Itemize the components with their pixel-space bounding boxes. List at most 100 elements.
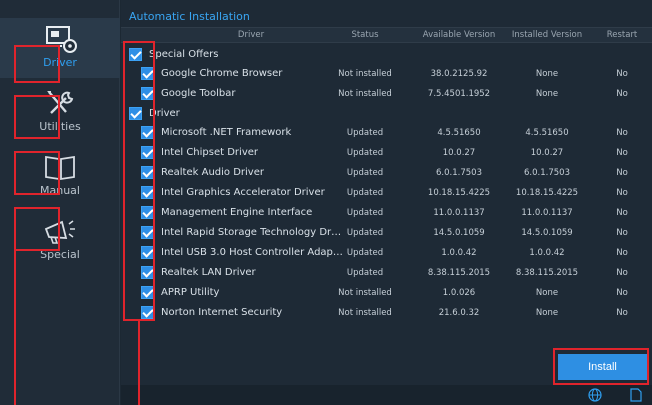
checkbox[interactable] <box>129 107 142 120</box>
column-restart: Restart <box>606 30 638 40</box>
driver-name: APRP Utility <box>161 287 220 298</box>
checkbox[interactable] <box>141 206 154 219</box>
restart-cell: No <box>616 188 628 198</box>
sidebar-item-manual[interactable]: Manual <box>0 146 120 206</box>
table-row: Management Engine Interface Updated 11.0… <box>121 203 652 223</box>
status-cell: Not installed <box>338 89 392 99</box>
installed-version-cell: None <box>535 308 559 318</box>
available-version-cell: 11.0.0.1137 <box>433 208 485 218</box>
restart-cell: No <box>616 268 628 278</box>
checkbox[interactable] <box>141 266 154 279</box>
restart-cell: No <box>616 248 628 258</box>
column-available-version: Available Version <box>422 30 496 40</box>
status-cell: Updated <box>346 168 384 178</box>
available-version-cell: 21.6.0.32 <box>438 308 480 318</box>
status-cell: Updated <box>346 208 384 218</box>
checkbox[interactable] <box>141 166 154 179</box>
restart-cell: No <box>616 288 628 298</box>
sidebar-item-special[interactable]: Special <box>0 210 120 270</box>
sidebar-item-label: Special <box>40 248 80 261</box>
checkbox[interactable] <box>141 126 154 139</box>
install-button[interactable]: Install <box>558 354 647 380</box>
driver-name: Microsoft .NET Framework <box>161 127 292 138</box>
driver-name: Intel Graphics Accelerator Driver <box>161 187 325 198</box>
installed-version-cell: 6.0.1.7503 <box>524 168 570 178</box>
table-row: Intel Chipset Driver Updated 10.0.27 10.… <box>121 143 652 163</box>
checkbox[interactable] <box>129 48 142 61</box>
available-version-cell: 38.0.2125.92 <box>430 69 488 79</box>
status-cell: Updated <box>346 248 384 258</box>
status-cell: Not installed <box>338 69 392 79</box>
table-row: Realtek Audio Driver Updated 6.0.1.7503 … <box>121 163 652 183</box>
driver-name: Intel Chipset Driver <box>161 147 258 158</box>
installed-version-cell: None <box>535 89 559 99</box>
available-version-cell: 7.5.4501.1952 <box>427 89 491 99</box>
sidebar-item-driver[interactable]: Driver <box>0 18 120 78</box>
megaphone-icon <box>44 220 75 244</box>
restart-cell: No <box>616 168 628 178</box>
checkbox[interactable] <box>141 67 154 80</box>
section-title: Automatic Installation <box>129 10 250 23</box>
status-cell: Updated <box>346 228 384 238</box>
sidebar-item-label: Driver <box>43 56 77 69</box>
group-row-driver: Driver <box>121 104 652 124</box>
restart-cell: No <box>616 308 628 318</box>
available-version-cell: 10.18.15.4225 <box>427 188 491 198</box>
checkbox[interactable] <box>141 186 154 199</box>
driver-name: Intel Rapid Storage Technology Driver so… <box>161 227 343 238</box>
installed-version-cell: 8.38.115.2015 <box>515 268 579 278</box>
restart-cell: No <box>616 69 628 79</box>
table-row: Intel USB 3.0 Host Controller Adaptation… <box>121 243 652 263</box>
document-icon[interactable] <box>630 388 642 402</box>
table-row: Google Chrome Browser Not installed 38.0… <box>121 64 652 84</box>
restart-cell: No <box>616 228 628 238</box>
status-cell: Updated <box>346 268 384 278</box>
group-label: Driver <box>149 108 180 119</box>
checkbox[interactable] <box>141 87 154 100</box>
restart-cell: No <box>616 128 628 138</box>
main-panel: Automatic Installation Driver Status Ava… <box>121 0 652 405</box>
installed-version-cell: None <box>535 288 559 298</box>
highlight-line <box>138 321 140 405</box>
highlight-line <box>14 251 16 405</box>
column-status: Status <box>351 30 379 40</box>
table-row: Intel Graphics Accelerator Driver Update… <box>121 183 652 203</box>
installed-version-cell: 4.5.51650 <box>525 128 569 138</box>
table-row: Norton Internet Security Not installed 2… <box>121 303 652 323</box>
status-cell: Not installed <box>338 308 392 318</box>
table-row: Microsoft .NET Framework Updated 4.5.516… <box>121 123 652 143</box>
sidebar: Driver Utilities Manual Special <box>0 0 120 405</box>
checkbox[interactable] <box>141 286 154 299</box>
available-version-cell: 1.0.0.42 <box>441 248 477 258</box>
restart-cell: No <box>616 208 628 218</box>
group-label: Special Offers <box>149 49 219 60</box>
monitor-disc-icon <box>46 26 77 53</box>
driver-name: Management Engine Interface <box>161 207 313 218</box>
installed-version-cell: 10.18.15.4225 <box>515 188 579 198</box>
globe-icon[interactable] <box>588 388 602 402</box>
driver-name: Intel USB 3.0 Host Controller Adaptation… <box>161 247 343 258</box>
installed-version-cell: 11.0.0.1137 <box>521 208 573 218</box>
driver-name: Google Toolbar <box>161 88 236 99</box>
table-header: Driver Status Available Version Installe… <box>121 27 652 43</box>
driver-name: Google Chrome Browser <box>161 68 283 79</box>
installed-version-cell: 10.0.27 <box>530 148 564 158</box>
driver-name: Norton Internet Security <box>161 307 283 318</box>
sidebar-item-label: Utilities <box>39 120 81 133</box>
available-version-cell: 8.38.115.2015 <box>427 268 491 278</box>
column-driver: Driver <box>237 30 265 40</box>
checkbox[interactable] <box>141 246 154 259</box>
checkbox[interactable] <box>141 146 154 159</box>
installed-version-cell: None <box>535 69 559 79</box>
status-cell: Updated <box>346 188 384 198</box>
sidebar-item-utilities[interactable]: Utilities <box>0 82 120 142</box>
table-row: Google Toolbar Not installed 7.5.4501.19… <box>121 84 652 104</box>
status-cell: Updated <box>346 128 384 138</box>
checkbox[interactable] <box>141 226 154 239</box>
table-row: Realtek LAN Driver Updated 8.38.115.2015… <box>121 263 652 283</box>
available-version-cell: 14.5.0.1059 <box>433 228 485 238</box>
footer-bar <box>121 385 652 405</box>
checkbox[interactable] <box>141 306 154 319</box>
driver-name: Realtek Audio Driver <box>161 167 264 178</box>
book-icon <box>45 155 75 181</box>
